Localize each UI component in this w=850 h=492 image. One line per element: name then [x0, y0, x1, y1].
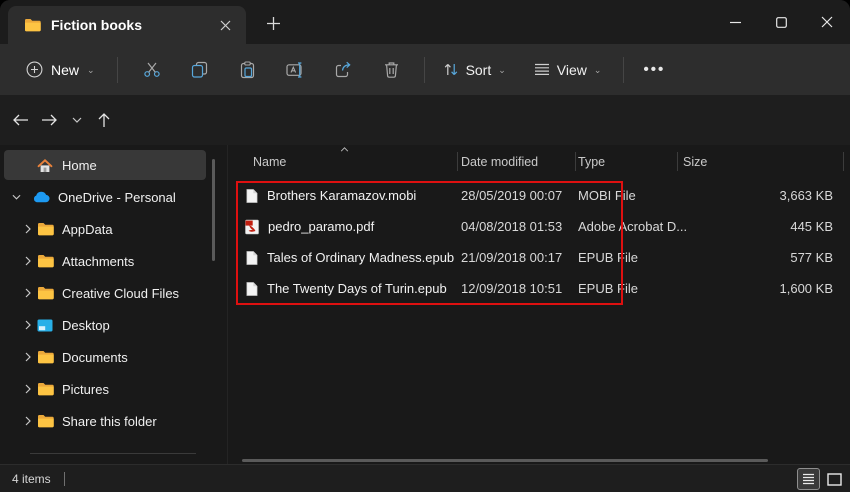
new-tab-button[interactable]	[262, 12, 284, 34]
toolbar-divider	[623, 57, 624, 83]
column-separator[interactable]	[843, 152, 844, 171]
folder-icon	[24, 18, 41, 32]
tab-title: Fiction books	[51, 17, 214, 33]
chevron-collapsed-icon[interactable]	[20, 416, 36, 426]
mobi-file-icon	[245, 188, 258, 204]
view-button[interactable]: View ⌄	[524, 53, 612, 87]
epub-file-icon	[245, 281, 258, 297]
file-explorer-window: Fiction books New ⌄	[0, 0, 850, 492]
sidebar-item-documents[interactable]: Documents	[4, 342, 206, 372]
home-icon	[36, 158, 54, 173]
pdf-file-icon	[245, 219, 259, 235]
folder-icon	[36, 286, 54, 300]
onedrive-icon	[32, 191, 50, 203]
window-controls	[712, 0, 850, 44]
column-separator[interactable]	[457, 152, 458, 171]
sidebar-item-creative-cloud-files[interactable]: Creative Cloud Files	[4, 278, 206, 308]
column-separator[interactable]	[677, 152, 678, 171]
sidebar-scrollbar[interactable]	[212, 159, 215, 261]
body-area: Home OneDrive - Personal AppData	[0, 145, 850, 464]
explorer-tab[interactable]: Fiction books	[8, 6, 246, 44]
file-row-tales-of-ordinary-madness[interactable]: Tales of Ordinary Madness.epub 21/09/201…	[228, 242, 850, 273]
sort-button[interactable]: Sort ⌄	[433, 53, 516, 87]
new-button[interactable]: New ⌄	[16, 53, 105, 87]
chevron-collapsed-icon[interactable]	[20, 384, 36, 394]
recent-locations-button[interactable]	[63, 106, 91, 134]
column-header-type[interactable]: Type	[578, 145, 605, 178]
toolbar-divider	[424, 57, 425, 83]
chevron-collapsed-icon[interactable]	[20, 320, 36, 330]
file-row-brothers-karamazov[interactable]: Brothers Karamazov.mobi 28/05/2019 00:07…	[228, 180, 850, 211]
delete-button[interactable]	[372, 53, 412, 87]
column-header-name[interactable]: Name	[253, 145, 286, 178]
maximize-button[interactable]	[758, 0, 804, 44]
toolbar-divider	[117, 57, 118, 83]
back-button[interactable]	[7, 106, 35, 134]
new-button-label: New	[51, 62, 79, 78]
sort-button-label: Sort	[466, 62, 492, 78]
status-bar: 4 items	[0, 464, 850, 492]
forward-button[interactable]	[35, 106, 63, 134]
sidebar-item-home[interactable]: Home	[4, 150, 206, 180]
command-bar: New ⌄ Sort ⌄	[0, 44, 850, 95]
share-button[interactable]	[324, 53, 364, 87]
folder-icon	[36, 414, 54, 428]
cut-button[interactable]	[132, 53, 172, 87]
chevron-down-icon: ⌄	[498, 66, 506, 75]
status-divider	[64, 472, 65, 486]
folder-icon	[36, 382, 54, 396]
chevron-down-icon: ⌄	[87, 66, 95, 75]
large-icons-view-button[interactable]	[823, 468, 846, 490]
copy-button[interactable]	[180, 53, 220, 87]
tab-close-icon[interactable]	[214, 14, 236, 36]
chevron-collapsed-icon[interactable]	[20, 256, 36, 266]
sidebar-item-share-this-folder[interactable]: Share this folder	[4, 406, 206, 436]
ellipsis-icon: •••	[644, 61, 666, 78]
sort-icon	[443, 62, 459, 77]
address-row: « My Stuff (D:) › Nerdschalk › Fiction b…	[0, 95, 850, 145]
rename-button[interactable]	[276, 53, 316, 87]
chevron-collapsed-icon[interactable]	[20, 288, 36, 298]
sidebar-divider	[30, 453, 196, 454]
minimize-button[interactable]	[712, 0, 758, 44]
folder-icon	[36, 222, 54, 236]
desktop-icon	[36, 319, 54, 332]
sort-ascending-icon	[340, 147, 349, 152]
paste-button[interactable]	[228, 53, 268, 87]
navigation-pane: Home OneDrive - Personal AppData	[0, 145, 228, 464]
sidebar-item-appdata[interactable]: AppData	[4, 214, 206, 244]
up-button[interactable]	[90, 106, 118, 134]
more-options-button[interactable]: •••	[636, 53, 672, 87]
file-row-pedro-paramo[interactable]: pedro_paramo.pdf 04/08/2018 01:53 Adobe …	[228, 211, 850, 242]
column-header-date-modified[interactable]: Date modified	[461, 145, 538, 178]
horizontal-scrollbar[interactable]	[242, 459, 768, 462]
chevron-collapsed-icon[interactable]	[20, 352, 36, 362]
sidebar-item-desktop[interactable]: Desktop	[4, 310, 206, 340]
new-plus-icon	[26, 61, 43, 78]
folder-icon	[36, 254, 54, 268]
sidebar-item-attachments[interactable]: Attachments	[4, 246, 206, 276]
view-icon	[534, 63, 550, 76]
chevron-collapsed-icon[interactable]	[20, 224, 36, 234]
close-button[interactable]	[804, 0, 850, 44]
column-separator[interactable]	[575, 152, 576, 171]
details-view-button[interactable]	[797, 468, 820, 490]
epub-file-icon	[245, 250, 258, 266]
folder-icon	[36, 350, 54, 364]
title-bar: Fiction books	[0, 0, 850, 44]
item-count: 4 items	[12, 472, 51, 486]
sidebar-item-onedrive[interactable]: OneDrive - Personal	[4, 182, 206, 212]
file-list-pane: Name Date modified Type Size	[228, 145, 850, 464]
chevron-down-icon: ⌄	[594, 66, 602, 75]
file-row-twenty-days-of-turin[interactable]: The Twenty Days of Turin.epub 12/09/2018…	[228, 273, 850, 304]
column-header-size[interactable]: Size	[683, 145, 707, 178]
view-button-label: View	[557, 62, 587, 78]
chevron-expanded-icon[interactable]	[8, 194, 24, 200]
sidebar-item-pictures[interactable]: Pictures	[4, 374, 206, 404]
